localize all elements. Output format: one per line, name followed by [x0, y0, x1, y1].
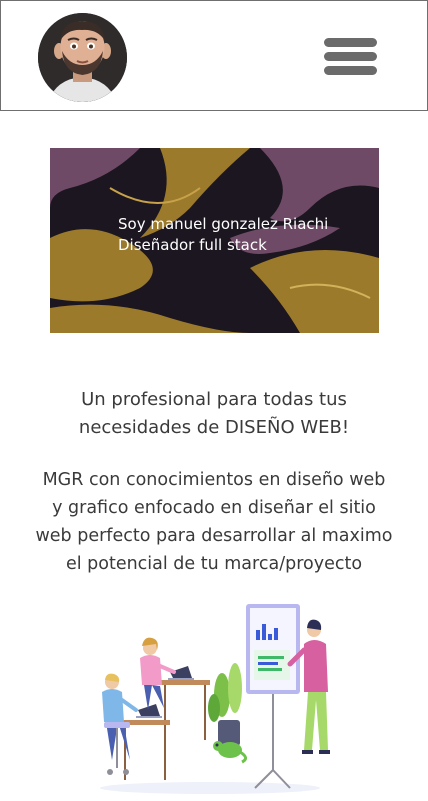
menu-bar-top	[324, 38, 377, 47]
hero-intro-text: Soy manuel gonzalez Riachi Diseñador ful…	[118, 214, 328, 256]
tagline-line-1: Un profesional para todas tus	[81, 389, 347, 410]
laptop-icon-2	[136, 704, 162, 718]
description-paragraph: MGR con conocimientos en diseño web y gr…	[0, 466, 428, 578]
presentation-board-icon	[246, 604, 300, 789]
site-header	[0, 0, 428, 111]
plant-icon	[208, 663, 242, 746]
hamburger-menu-button[interactable]	[324, 38, 377, 76]
profile-avatar[interactable]	[38, 13, 127, 102]
hero-name-line: Soy manuel gonzalez Riachi	[118, 215, 329, 233]
description-line-4: el potencial de tu marca/proyecto	[65, 554, 363, 574]
tagline-line-2: necesidades de DISEÑO WEB!	[78, 417, 350, 438]
description-line-3: web perfecto para desarrollar al maximo	[35, 526, 393, 546]
menu-bar-middle	[324, 52, 377, 61]
avatar-icon	[38, 13, 127, 102]
team-working-illustration	[100, 604, 330, 794]
hero-banner: Soy manuel gonzalez Riachi Diseñador ful…	[50, 148, 379, 333]
woman-at-desk-icon	[140, 637, 176, 710]
hero-role-line: Diseñador full stack	[118, 236, 267, 254]
chameleon-icon	[213, 741, 247, 764]
description-line-2: y grafico enfocado en diseñar el sitio	[52, 498, 376, 518]
menu-bar-bottom	[324, 66, 377, 75]
tagline-heading: Un profesional para todas tus necesidade…	[0, 386, 428, 442]
description-line-1: MGR con conocimientos en diseño web	[42, 470, 386, 490]
